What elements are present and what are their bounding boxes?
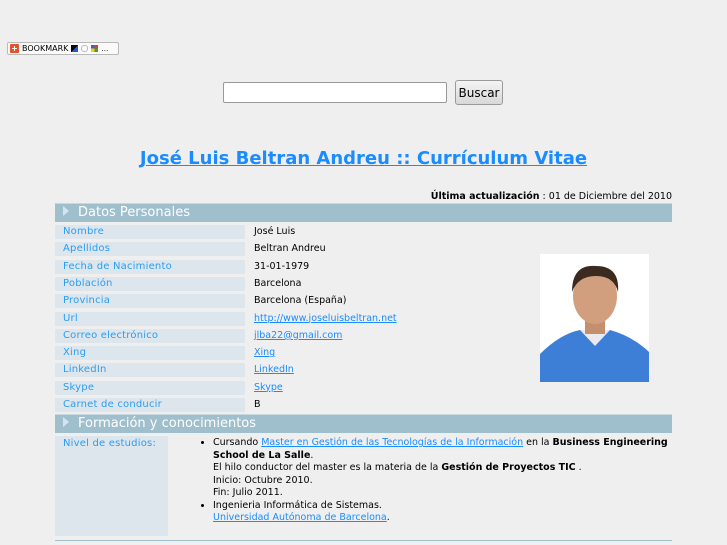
field-label: Población xyxy=(55,276,245,291)
profile-photo xyxy=(540,254,649,382)
field-value: jlba22@gmail.com xyxy=(254,329,534,343)
field-label: Skype xyxy=(55,380,245,395)
section-header-formacion: Formación y conocimientos xyxy=(55,414,672,433)
field-value: B xyxy=(254,399,261,410)
field-value: Skype xyxy=(254,381,534,395)
education-item: Cursando Master en Gestión de las Tecnol… xyxy=(213,437,688,500)
bookmark-button[interactable]: + BOOKMARK … xyxy=(7,42,119,55)
section-header-personal: Datos Personales xyxy=(55,203,672,222)
field-value: 31-01-1979 xyxy=(254,260,310,272)
search-input[interactable] xyxy=(223,82,447,103)
windows-icon xyxy=(91,45,99,52)
plus-icon: + xyxy=(10,44,19,53)
university-link[interactable]: Universidad Autónoma de Barcelona xyxy=(213,512,387,523)
education-list: Cursando Master en Gestión de las Tecnol… xyxy=(199,437,688,525)
digg-icon xyxy=(81,45,89,52)
delicious-icon xyxy=(71,45,79,52)
search-button[interactable]: Buscar xyxy=(455,80,503,105)
field-label: Url xyxy=(55,311,245,326)
field-label: Fecha de Nacimiento xyxy=(55,259,245,274)
triangle-icon xyxy=(63,417,69,427)
field-label: Correo electrónico xyxy=(55,328,245,343)
education-label: Nivel de estudios: xyxy=(55,436,168,536)
field-value: http://www.joseluisbeltran.net xyxy=(254,312,534,326)
more-icon: … xyxy=(101,44,109,53)
field-value: Barcelona (España) xyxy=(254,295,347,307)
field-label: Provincia xyxy=(55,294,245,309)
master-link[interactable]: Master en Gestión de las Tecnologías de … xyxy=(261,437,523,448)
field-value: Barcelona xyxy=(254,277,302,289)
field-link[interactable]: Skype xyxy=(254,382,283,393)
field-label: Apellidos xyxy=(55,242,245,257)
field-value: LinkedIn xyxy=(254,363,534,377)
last-update: Última actualización : 01 de Diciembre d… xyxy=(430,191,672,202)
field-link[interactable]: LinkedIn xyxy=(254,364,294,375)
field-link[interactable]: http://www.joseluisbeltran.net xyxy=(254,313,397,324)
field-label: LinkedIn xyxy=(55,363,245,378)
field-link[interactable]: Xing xyxy=(254,347,275,358)
field-value: José Luis xyxy=(254,226,296,237)
field-label: Nombre xyxy=(55,225,245,239)
education-item: Ingenieria Informática de Sistemas.Unive… xyxy=(213,500,688,525)
field-value: Xing xyxy=(254,346,534,360)
field-label: Carnet de conducir xyxy=(55,398,245,412)
field-link[interactable]: jlba22@gmail.com xyxy=(254,330,342,341)
page-title[interactable]: José Luis Beltran Andreu :: Currículum V… xyxy=(0,148,727,169)
triangle-icon xyxy=(63,206,69,216)
field-value: Beltran Andreu xyxy=(254,243,326,255)
divider xyxy=(55,540,672,541)
field-label: Xing xyxy=(55,346,245,361)
